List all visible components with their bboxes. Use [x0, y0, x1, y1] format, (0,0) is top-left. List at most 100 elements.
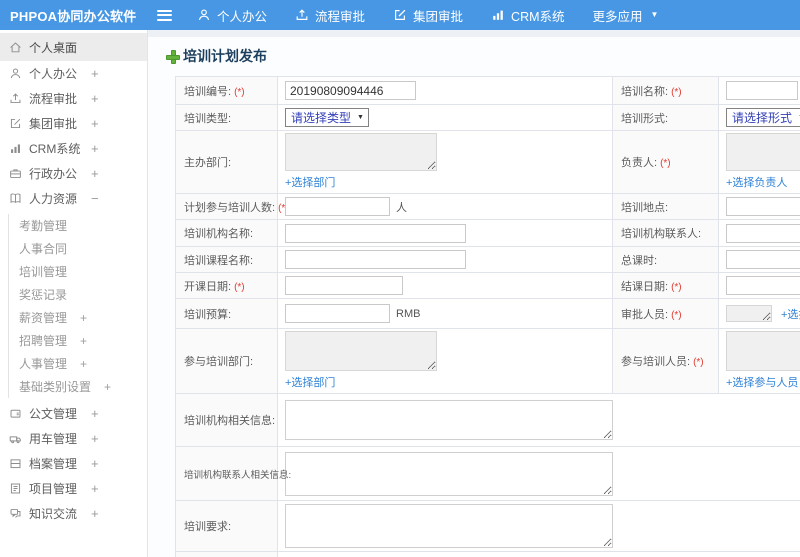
caret-down-icon: ▼	[650, 10, 659, 19]
sidebar-subitem-personnel[interactable]: 人事管理 +	[9, 352, 147, 375]
table-row: 培训要求:	[175, 500, 800, 552]
sidebar-subitem-base-category[interactable]: 基础类别设置 +	[9, 375, 147, 398]
main-top-strip	[148, 30, 800, 37]
nav-more-apps[interactable]: 更多应用 ▼	[593, 6, 659, 25]
org-contact-info-textarea[interactable]	[285, 451, 613, 496]
table-row: 计划参与培训人数: (*) 人 培训地点:	[175, 193, 800, 220]
hamburger-menu-icon[interactable]	[157, 9, 172, 21]
training-type-select[interactable]: 请选择类型 ▼	[285, 108, 369, 127]
select-approver-link[interactable]: +选择审批人员	[781, 306, 800, 322]
select-leader-link[interactable]: +选择负责人	[726, 174, 787, 190]
end-date-input[interactable]	[726, 276, 800, 295]
sidebar-subitem-training[interactable]: 培训管理	[9, 260, 147, 283]
sidebar-item-desktop[interactable]: 个人桌面	[0, 33, 147, 61]
org-name-input[interactable]	[285, 223, 466, 243]
sidebar-item-knowledge[interactable]: 知识交流 +	[0, 501, 147, 526]
expand-toggle[interactable]: +	[80, 311, 87, 325]
approver-textarea[interactable]	[726, 305, 772, 322]
car-icon	[9, 432, 22, 445]
field-label: 参与培训人员:	[621, 356, 691, 368]
field-label: 培训预算:	[184, 308, 232, 321]
requirements-textarea[interactable]	[285, 504, 613, 548]
required-marker: (*)	[693, 357, 704, 368]
select-join-staff-link[interactable]: +选择参与人员	[726, 374, 798, 390]
expand-toggle[interactable]: +	[91, 166, 99, 181]
training-name-input[interactable]	[726, 81, 798, 100]
field-label: 结课日期:	[621, 280, 669, 293]
home-icon	[9, 41, 22, 54]
table-row: 开课日期: (*) 结课日期: (*)	[175, 272, 800, 299]
expand-toggle[interactable]: +	[91, 481, 99, 496]
document-icon	[9, 407, 22, 420]
collapse-toggle[interactable]: −	[91, 191, 99, 206]
table-row: 培训机构名称: 培训机构联系人:	[175, 219, 800, 247]
total-hours-input[interactable]	[726, 250, 800, 269]
sidebar-subitem-recruit[interactable]: 招聘管理 +	[9, 329, 147, 352]
join-dept-textarea[interactable]	[285, 331, 437, 371]
sidebar-item-archives[interactable]: 档案管理 +	[0, 451, 147, 476]
sidebar-item-flow-approval[interactable]: 流程审批 +	[0, 86, 147, 111]
flow-icon	[295, 8, 309, 22]
chart-icon	[9, 142, 22, 155]
sidebar-item-personal-office[interactable]: 个人办公 +	[0, 61, 147, 86]
chat-icon	[9, 507, 22, 520]
location-input[interactable]	[726, 197, 800, 216]
sidebar-item-projects[interactable]: 项目管理 +	[0, 476, 147, 501]
host-dept-textarea[interactable]	[285, 133, 437, 171]
sidebar-item-vehicles[interactable]: 用车管理 +	[0, 426, 147, 451]
sidebar-subitem-rewards[interactable]: 奖惩记录	[9, 283, 147, 306]
leader-textarea[interactable]	[726, 133, 800, 171]
sidebar-item-hr[interactable]: 人力资源 −	[0, 186, 147, 211]
sidebar-subitem-salary[interactable]: 薪资管理 +	[9, 306, 147, 329]
sidebar-item-admin-office[interactable]: 行政办公 +	[0, 161, 147, 186]
select-dept-link[interactable]: +选择部门	[285, 174, 335, 190]
nav-crm[interactable]: CRM系统	[491, 6, 565, 25]
budget-input[interactable]	[285, 304, 390, 323]
required-marker: (*)	[234, 86, 245, 98]
select-dept-link[interactable]: +选择部门	[285, 374, 335, 390]
briefcase-icon	[9, 167, 22, 180]
currency-suffix: RMB	[396, 307, 421, 320]
expand-toggle[interactable]: +	[91, 66, 99, 81]
expand-toggle[interactable]: +	[104, 380, 111, 394]
table-row: 培训类型: 请选择类型▼ 培训形式: 请选择形式▼	[175, 104, 800, 131]
nav-flow-approval[interactable]: 流程审批	[295, 6, 365, 25]
user-icon	[197, 8, 211, 22]
field-label: 培训机构联系人:	[621, 228, 702, 240]
course-name-input[interactable]	[285, 250, 466, 269]
nav-personal-office[interactable]: 个人办公	[197, 6, 267, 25]
edit-icon	[9, 117, 22, 130]
page-title: 培训计划发布	[183, 48, 267, 64]
caret-down-icon: ▼	[357, 114, 364, 121]
sidebar-item-crm[interactable]: CRM系统 +	[0, 136, 147, 161]
expand-toggle[interactable]: +	[80, 357, 87, 371]
required-marker: (*)	[660, 158, 671, 169]
training-form-select[interactable]: 请选择形式▼	[726, 108, 800, 127]
nav-group-approval[interactable]: 集团审批	[393, 6, 463, 25]
app-logo: PHPOA协同办公软件	[10, 8, 137, 24]
expand-toggle[interactable]: +	[91, 456, 99, 471]
training-no-input[interactable]	[285, 81, 416, 100]
sidebar-item-group-approval[interactable]: 集团审批 +	[0, 111, 147, 136]
expand-toggle[interactable]: +	[91, 506, 99, 521]
expand-toggle[interactable]: +	[91, 406, 99, 421]
expand-toggle[interactable]: +	[91, 431, 99, 446]
table-row: 主办部门: +选择部门 负责人: (*) +选择负责人	[175, 130, 800, 194]
join-staff-textarea[interactable]	[726, 331, 800, 371]
expand-toggle[interactable]: +	[80, 334, 87, 348]
field-label: 培训地点:	[621, 201, 669, 214]
org-contact-input[interactable]	[726, 223, 800, 243]
sidebar: 个人桌面 个人办公 + 流程审批 + 集团审批 + CRM系统 + 行政办公 +…	[0, 30, 148, 557]
start-date-input[interactable]	[285, 276, 403, 295]
planned-count-input[interactable]	[285, 197, 390, 216]
expand-toggle[interactable]: +	[91, 141, 99, 156]
org-info-textarea[interactable]	[285, 400, 613, 440]
expand-toggle[interactable]: +	[91, 91, 99, 106]
sidebar-subitem-attendance[interactable]: 考勤管理	[9, 214, 147, 237]
flow-icon	[9, 92, 22, 105]
hr-submenu: 考勤管理 人事合同 培训管理 奖惩记录 薪资管理 + 招聘管理 + 人事管理 + 基础…	[8, 214, 147, 398]
sidebar-item-documents[interactable]: 公文管理 +	[0, 401, 147, 426]
field-label: 开课日期:	[184, 280, 232, 293]
expand-toggle[interactable]: +	[91, 116, 99, 131]
sidebar-subitem-contract[interactable]: 人事合同	[9, 237, 147, 260]
